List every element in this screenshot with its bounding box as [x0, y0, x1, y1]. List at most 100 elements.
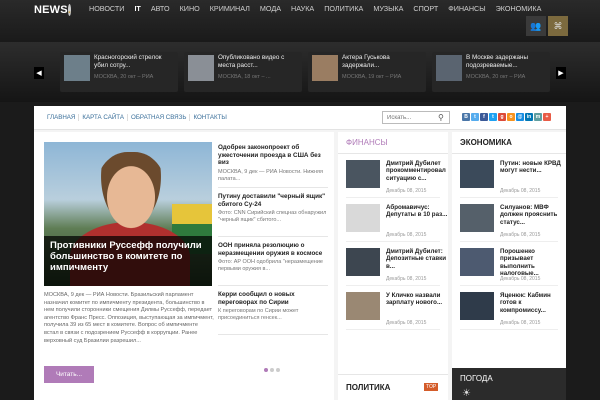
social-icons: Вt f t g o @ in m + — [462, 113, 551, 121]
slider-item[interactable]: Опубликовано видео с места расст... МОСКВ… — [184, 52, 302, 92]
news-item[interactable]: Одобрен законопроект об ужесточении прое… — [218, 144, 328, 188]
finance-item[interactable]: Абромавичус: Депутаты в 10 раз... Декабрь… — [346, 198, 447, 242]
nav-item[interactable]: КРИМИНАЛ — [205, 4, 255, 14]
slider-prev-icon[interactable]: ◀ — [34, 67, 44, 79]
slider-title: Актера Гуськова задержали... — [342, 54, 390, 69]
social-icon[interactable]: t — [471, 113, 479, 121]
economy-item[interactable]: Порошенко призывает выполнить налоговые.… — [460, 242, 558, 286]
news-list: Одобрен законопроект об ужесточении прое… — [218, 144, 328, 340]
news-item[interactable]: Путину доставили "черный ящик" сбитого С… — [218, 193, 328, 237]
finance-thumbnail — [346, 204, 380, 232]
nav-item[interactable]: ЭКОНОМИКА — [491, 4, 547, 14]
slider-thumbnail — [312, 55, 338, 81]
slider-dot[interactable] — [270, 368, 274, 372]
read-more-button[interactable]: Читать... — [44, 366, 94, 383]
submenu-item[interactable]: КОНТАКТЫ — [190, 114, 229, 121]
news-body: МОСКВА, 9 дек — РИА Новости. Нижняя пала… — [218, 168, 323, 182]
hero-image[interactable]: Противники Руссефф получили большинство … — [44, 142, 212, 286]
economy-item-date: Декабрь 08, 2015 — [500, 232, 541, 238]
slider-item[interactable]: Актера Гуськова задержали... МОСКВА, 19 о… — [308, 52, 426, 92]
submenu-item[interactable]: ГЛАВНАЯ — [44, 114, 80, 121]
economy-item[interactable]: Путин: новые КРВД могут нести... Декабрь … — [460, 154, 561, 198]
economy-thumbnail — [460, 292, 494, 320]
social-icon[interactable]: В — [462, 113, 470, 121]
social-icon[interactable]: m — [534, 113, 542, 121]
social-icon[interactable]: in — [525, 113, 533, 121]
sub-menu: ГЛАВНАЯ КАРТА САЙТА ОБРАТНАЯ СВЯЗЬ КОНТАКТЫ… — [34, 106, 566, 130]
economy-item-title[interactable]: Яценюк: Кабмин готов к компромиссу... — [500, 292, 562, 314]
economy-item[interactable]: Яценюк: Кабмин готов к компромиссу... Дек… — [460, 286, 558, 330]
economy-item-title[interactable]: Путин: новые КРВД могут нести... — [500, 160, 562, 175]
finance-item-date: Декабрь 08, 2015 — [386, 188, 427, 194]
news-title[interactable]: Путину доставили "черный ящик" сбитого С… — [218, 193, 328, 208]
featured-column: Противники Руссефф получили большинство … — [34, 132, 334, 400]
slider-title: Красногорский стрелок убил сотру... — [94, 54, 162, 69]
news-item[interactable]: ООН приняла резолюцию о неразмещении ору… — [218, 242, 328, 286]
economy-item-title[interactable]: Порошенко призывает выполнить налоговые.… — [500, 248, 562, 278]
social-icon[interactable]: g — [498, 113, 506, 121]
finance-title[interactable]: ФИНАНСЫ — [338, 132, 448, 154]
politics-title[interactable]: ПОЛИТИКА — [346, 383, 390, 392]
news-title[interactable]: Керри сообщил о новых переговорах по Сир… — [218, 291, 328, 306]
slider-meta: МОСКВА, 19 окт – РИА — [342, 74, 402, 80]
nav-item[interactable]: НОВОСТИ — [84, 4, 129, 14]
finance-thumbnail — [346, 160, 380, 188]
nav-item[interactable]: КИНО — [175, 4, 205, 14]
nav-item[interactable]: ПОЛИТИКА — [319, 4, 368, 14]
finance-item-title[interactable]: Абромавичус: Депутаты в 10 раз... — [386, 204, 450, 219]
main-content: ГЛАВНАЯ КАРТА САЙТА ОБРАТНАЯ СВЯЗЬ КОНТАКТЫ… — [34, 106, 566, 400]
social-icon[interactable]: + — [543, 113, 551, 121]
finance-item-title[interactable]: Дмитрий Дубилет: Депозитные ставки в... — [386, 248, 450, 270]
finance-item[interactable]: Дмитрий Дубилет прокомментировал ситуаци… — [346, 154, 446, 198]
social-icon[interactable]: f — [480, 113, 488, 121]
finance-item[interactable]: У Кличко назвали зарплату нового... Декаб… — [346, 286, 442, 330]
slider-thumbnail — [64, 55, 90, 81]
site-logo[interactable]: NEWS. — [34, 4, 72, 16]
submenu-item[interactable]: ОБРАТНАЯ СВЯЗЬ — [128, 114, 191, 121]
news-title[interactable]: ООН приняла резолюцию о неразмещении ору… — [218, 242, 328, 257]
finance-item-title[interactable]: У Кличко назвали зарплату нового... — [386, 292, 450, 307]
slider-dot[interactable] — [264, 368, 268, 372]
economy-column: ЭКОНОМИКА Путин: новые КРВД могут нести.… — [452, 132, 566, 400]
finance-item[interactable]: Дмитрий Дубилет: Депозитные ставки в... Д… — [346, 242, 446, 286]
slider-next-icon[interactable]: ▶ — [556, 67, 566, 79]
economy-title[interactable]: ЭКОНОМИКА — [452, 132, 566, 154]
social-icon[interactable]: @ — [516, 113, 524, 121]
economy-item-date: Декабрь 08, 2015 — [500, 188, 541, 194]
social-icon[interactable]: t — [489, 113, 497, 121]
economy-thumbnail — [460, 248, 494, 276]
slider-item[interactable]: Красногорский стрелок убил сотру... МОСКВ… — [60, 52, 178, 92]
rss-icon[interactable]: ⌘ — [548, 16, 568, 36]
news-title[interactable]: Одобрен законопроект об ужесточении прое… — [218, 144, 328, 167]
slider-title: Опубликовано видео с места расст... — [218, 54, 285, 69]
finance-item-title[interactable]: Дмитрий Дубилет прокомментировал ситуаци… — [386, 160, 450, 182]
social-icon[interactable]: o — [507, 113, 515, 121]
finance-thumbnail — [346, 248, 380, 276]
economy-item[interactable]: Силуанов: МВФ должен прояснить статус...… — [460, 198, 558, 242]
submenu-item[interactable]: КАРТА САЙТА — [79, 114, 128, 121]
finance-thumbnail — [346, 292, 380, 320]
nav-item[interactable]: ФИНАНСЫ — [443, 4, 490, 14]
economy-item-date: Декабрь 08, 2015 — [500, 276, 541, 282]
slider-dot[interactable] — [276, 368, 280, 372]
economy-item-title[interactable]: Силуанов: МВФ должен прояснить статус... — [500, 204, 562, 226]
user-icon[interactable]: 👥 — [526, 16, 546, 36]
news-body: Фото: CNN Сирийский спецназ обнаружил "ч… — [218, 210, 327, 224]
slider-dots — [264, 368, 280, 372]
hero-caption[interactable]: Противники Руссефф получили большинство … — [44, 236, 212, 286]
economy-thumbnail — [460, 204, 494, 232]
main-nav: НОВОСТИ IT АВТО КИНО КРИМИНАЛ МОДА НАУКА ПОЛИТИ… — [84, 4, 546, 14]
nav-item[interactable]: МУЗЫКА — [368, 4, 408, 14]
nav-item[interactable]: НАУКА — [286, 4, 319, 14]
weather-widget: ПОГОДА ☀ — [452, 368, 566, 400]
finance-column: ФИНАНСЫ Дмитрий Дубилет прокомментировал… — [338, 132, 448, 400]
news-item[interactable]: Керри сообщил о новых переговорах по Сир… — [218, 291, 328, 335]
nav-item[interactable]: МОДА — [255, 4, 286, 14]
economy-thumbnail — [460, 160, 494, 188]
nav-item[interactable]: СПОРТ — [408, 4, 443, 14]
search-icon[interactable]: ⚲ — [438, 113, 444, 122]
slider-item[interactable]: В Москве задержаны подозреваемые... МОСКВ… — [432, 52, 550, 92]
nav-item[interactable]: IT — [129, 4, 145, 14]
nav-item[interactable]: АВТО — [146, 4, 175, 14]
weather-title: ПОГОДА — [460, 374, 493, 383]
